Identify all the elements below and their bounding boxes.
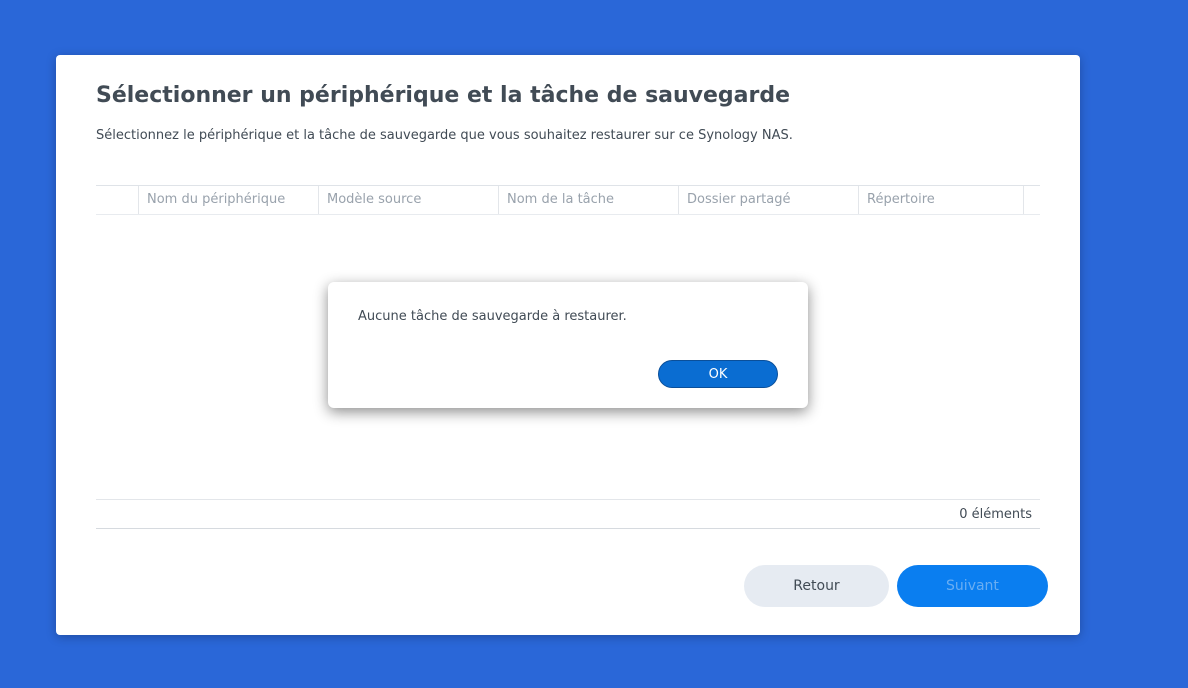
ok-button[interactable]: OK	[658, 360, 778, 388]
next-button[interactable]: Suivant	[897, 565, 1048, 607]
column-header-shared-folder[interactable]: Dossier partagé	[679, 186, 859, 214]
column-header-source-model[interactable]: Modèle source	[319, 186, 499, 214]
column-header-task-name[interactable]: Nom de la tâche	[499, 186, 679, 214]
back-button[interactable]: Retour	[744, 565, 889, 607]
item-count: 0 éléments	[959, 507, 1032, 522]
column-header-directory[interactable]: Répertoire	[859, 186, 1024, 214]
grid-header: Nom du périphérique Modèle source Nom de…	[96, 185, 1040, 215]
message-dialog: Aucune tâche de sauvegarde à restaurer. …	[328, 282, 808, 408]
column-header-device-name[interactable]: Nom du périphérique	[139, 186, 319, 214]
grid-footer: 0 éléments	[96, 499, 1040, 529]
dialog-message: Aucune tâche de sauvegarde à restaurer.	[358, 309, 627, 324]
page-subtitle: Sélectionnez le périphérique et la tâche…	[96, 128, 793, 143]
column-header-select[interactable]	[96, 186, 139, 214]
page-title: Sélectionner un périphérique et la tâche…	[96, 83, 791, 108]
